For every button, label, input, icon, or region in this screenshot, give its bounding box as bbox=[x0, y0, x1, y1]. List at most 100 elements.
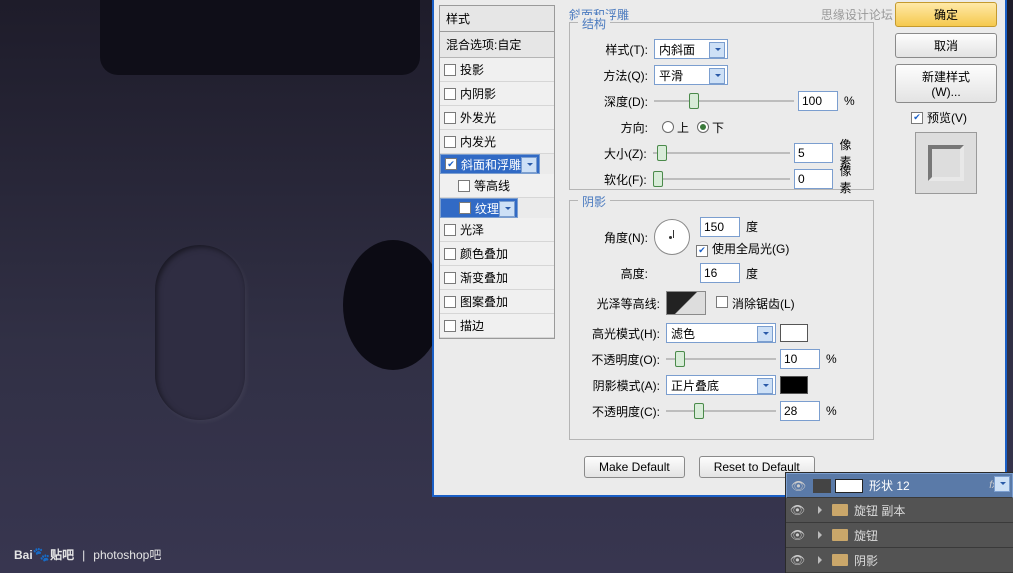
soften-input[interactable]: 0 bbox=[794, 169, 833, 189]
style-label: 渐变叠加 bbox=[460, 269, 508, 286]
style-item-光泽[interactable]: 光泽 bbox=[440, 218, 554, 242]
depth-slider[interactable] bbox=[654, 93, 794, 109]
style-checkbox[interactable] bbox=[444, 88, 456, 100]
style-checkbox[interactable] bbox=[444, 320, 456, 332]
style-label: 投影 bbox=[460, 61, 484, 78]
technique-select[interactable]: 平滑 bbox=[654, 65, 728, 85]
expand-icon[interactable] bbox=[818, 506, 826, 514]
altitude-input[interactable]: 16 bbox=[700, 263, 740, 283]
shape-thumb bbox=[835, 479, 863, 493]
dir-down-radio[interactable] bbox=[697, 121, 709, 133]
style-checkbox[interactable] bbox=[444, 296, 456, 308]
layer-name: 形状 12 bbox=[869, 477, 910, 494]
bg-shape bbox=[155, 245, 245, 420]
style-item-颜色叠加[interactable]: 颜色叠加 bbox=[440, 242, 554, 266]
layer-row[interactable]: 👁 形状 12 fx bbox=[786, 473, 1013, 498]
style-item-内阴影[interactable]: 内阴影 bbox=[440, 82, 554, 106]
shading-group: 阴影 角度(N): 150度 使用全局光(G) 高度: 16度 光泽等高线: 消… bbox=[569, 200, 874, 440]
layer-row[interactable]: 👁 旋钮 bbox=[786, 523, 1013, 548]
style-checkbox[interactable] bbox=[444, 248, 456, 260]
preview-thumbnail bbox=[915, 132, 977, 194]
style-item-描边[interactable]: 描边 bbox=[440, 314, 554, 338]
dialog-buttons: 确定 取消 新建样式(W)... 预览(V) bbox=[895, 2, 997, 198]
antialias-checkbox[interactable] bbox=[716, 296, 728, 308]
layer-name: 旋钮 bbox=[854, 527, 878, 544]
mask-thumb bbox=[813, 479, 831, 493]
style-checkbox[interactable] bbox=[444, 112, 456, 124]
style-item-纹理[interactable]: 纹理 bbox=[440, 198, 518, 218]
global-light-checkbox[interactable] bbox=[696, 245, 708, 257]
visibility-icon[interactable]: 👁 bbox=[791, 479, 805, 493]
styles-list: 样式 混合选项:自定 投影内阴影外发光内发光斜面和浮雕等高线纹理光泽颜色叠加渐变… bbox=[439, 5, 555, 339]
style-item-外发光[interactable]: 外发光 bbox=[440, 106, 554, 130]
style-checkbox[interactable] bbox=[444, 224, 456, 236]
fx-expand-icon[interactable] bbox=[1002, 483, 1008, 489]
layer-style-dialog: 思缘设计论坛 MISSYUAN.COM 样式 混合选项:自定 投影内阴影外发光内… bbox=[432, 0, 1007, 497]
style-label: 纹理 bbox=[475, 200, 499, 217]
soften-slider[interactable] bbox=[653, 171, 790, 187]
style-checkbox[interactable] bbox=[445, 158, 457, 170]
group-title: 结构 bbox=[578, 15, 610, 32]
style-label: 斜面和浮雕 bbox=[461, 156, 521, 173]
highlight-opacity-slider[interactable] bbox=[666, 351, 776, 367]
style-label: 内发光 bbox=[460, 133, 496, 150]
style-label: 描边 bbox=[460, 317, 484, 334]
gloss-contour[interactable] bbox=[666, 291, 706, 315]
shadow-opacity-input[interactable]: 28 bbox=[780, 401, 820, 421]
dir-up-radio[interactable] bbox=[662, 121, 674, 133]
depth-input[interactable]: 100 bbox=[798, 91, 838, 111]
fx-badge[interactable]: fx bbox=[989, 480, 997, 491]
layer-name: 阴影 bbox=[854, 552, 878, 569]
highlight-opacity-input[interactable]: 10 bbox=[780, 349, 820, 369]
folder-icon bbox=[832, 529, 848, 541]
bg-shape bbox=[100, 0, 420, 75]
style-checkbox[interactable] bbox=[444, 64, 456, 76]
folder-icon bbox=[832, 504, 848, 516]
visibility-icon[interactable]: 👁 bbox=[790, 553, 804, 567]
style-label: 内阴影 bbox=[460, 85, 496, 102]
style-item-图案叠加[interactable]: 图案叠加 bbox=[440, 290, 554, 314]
style-checkbox[interactable] bbox=[458, 180, 470, 192]
style-item-投影[interactable]: 投影 bbox=[440, 58, 554, 82]
expand-icon[interactable] bbox=[818, 531, 826, 539]
style-label: 图案叠加 bbox=[460, 293, 508, 310]
style-checkbox[interactable] bbox=[444, 272, 456, 284]
style-select[interactable]: 内斜面 bbox=[654, 39, 728, 59]
shadow-mode-select[interactable]: 正片叠底 bbox=[666, 375, 776, 395]
highlight-color[interactable] bbox=[780, 324, 808, 342]
folder-icon bbox=[832, 554, 848, 566]
angle-input[interactable]: 150 bbox=[700, 217, 740, 237]
style-checkbox[interactable] bbox=[459, 202, 471, 214]
style-label: 外发光 bbox=[460, 109, 496, 126]
structure-group: 结构 样式(T): 内斜面 方法(Q): 平滑 深度(D): 100% 方向: … bbox=[569, 22, 874, 190]
style-item-斜面和浮雕[interactable]: 斜面和浮雕 bbox=[440, 154, 540, 174]
style-label: 等高线 bbox=[474, 177, 510, 194]
style-item-等高线[interactable]: 等高线 bbox=[440, 174, 554, 198]
layer-name: 旋钮 副本 bbox=[854, 502, 905, 519]
visibility-icon[interactable]: 👁 bbox=[790, 503, 804, 517]
shadow-opacity-slider[interactable] bbox=[666, 403, 776, 419]
style-checkbox[interactable] bbox=[444, 136, 456, 148]
make-default-button[interactable]: Make Default bbox=[584, 456, 685, 478]
style-label: 颜色叠加 bbox=[460, 245, 508, 262]
size-input[interactable]: 5 bbox=[794, 143, 833, 163]
blend-options-row[interactable]: 混合选项:自定 bbox=[440, 32, 554, 58]
style-item-渐变叠加[interactable]: 渐变叠加 bbox=[440, 266, 554, 290]
cancel-button[interactable]: 取消 bbox=[895, 33, 997, 58]
expand-icon[interactable] bbox=[818, 556, 826, 564]
layer-row[interactable]: 👁 阴影 bbox=[786, 548, 1013, 573]
layer-row[interactable]: 👁 旋钮 副本 bbox=[786, 498, 1013, 523]
style-label: 光泽 bbox=[460, 221, 484, 238]
angle-dial[interactable] bbox=[654, 219, 690, 255]
new-style-button[interactable]: 新建样式(W)... bbox=[895, 64, 997, 103]
highlight-mode-select[interactable]: 滤色 bbox=[666, 323, 776, 343]
footer-watermark: Bai🐾贴吧 | photoshop吧 bbox=[14, 546, 161, 563]
ok-button[interactable]: 确定 bbox=[895, 2, 997, 27]
shadow-color[interactable] bbox=[780, 376, 808, 394]
group-title: 阴影 bbox=[578, 193, 610, 210]
visibility-icon[interactable]: 👁 bbox=[790, 528, 804, 542]
preview-checkbox[interactable] bbox=[911, 112, 923, 124]
size-slider[interactable] bbox=[653, 145, 790, 161]
style-item-内发光[interactable]: 内发光 bbox=[440, 130, 554, 154]
bg-shape bbox=[343, 240, 443, 370]
